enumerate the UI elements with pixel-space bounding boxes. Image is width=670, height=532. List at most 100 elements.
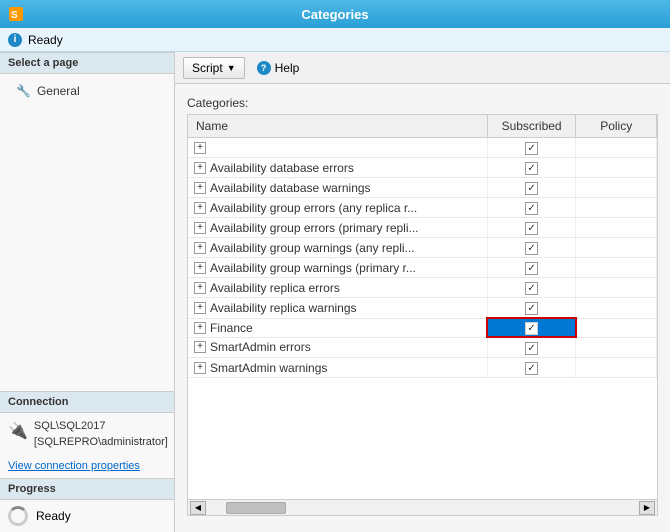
view-connection-properties-link[interactable]: View connection properties	[0, 456, 174, 478]
subscribed-checkbox[interactable]	[525, 342, 538, 355]
connection-title: Connection	[0, 392, 174, 413]
row-name-label: Availability group warnings (primary r..…	[210, 261, 416, 275]
row-subscribed-cell[interactable]	[487, 278, 576, 298]
sidebar-item-general[interactable]: 🔧 General	[0, 80, 174, 102]
row-name-label: Availability group errors (primary repli…	[210, 221, 419, 235]
progress-section: Progress Ready	[0, 478, 174, 532]
progress-status: Ready	[36, 509, 71, 523]
connection-user: [SQLREPRO\administrator]	[34, 435, 168, 450]
row-name-cell: + SmartAdmin errors	[188, 337, 487, 358]
row-subscribed-cell[interactable]	[487, 138, 576, 158]
progress-spinner	[8, 506, 28, 526]
table-row[interactable]: + Availability group warnings (any repli.…	[188, 238, 657, 258]
row-policy-cell	[576, 258, 657, 278]
row-name-cell: +Availability database warnings	[188, 178, 487, 198]
expand-icon[interactable]: +	[194, 222, 206, 234]
table-row[interactable]: + Availability group warnings (primary r.…	[188, 258, 657, 278]
table-scroll-area[interactable]: Name Subscribed Policy ++Availability da…	[188, 115, 657, 499]
subscribed-checkbox[interactable]	[525, 302, 538, 315]
table-row[interactable]: + Availability group errors (primary repl…	[188, 218, 657, 238]
categories-table: Name Subscribed Policy ++Availability da…	[188, 115, 657, 378]
expand-icon[interactable]: +	[194, 242, 206, 254]
expand-icon[interactable]: +	[194, 341, 206, 353]
table-row[interactable]: +Finance ✓	[188, 318, 657, 337]
subscribed-checkbox[interactable]	[525, 282, 538, 295]
row-name-cell: +Availability replica warnings	[188, 298, 487, 319]
row-subscribed-cell[interactable]	[487, 358, 576, 378]
col-header-subscribed: Subscribed	[487, 115, 576, 138]
scroll-thumb[interactable]	[226, 502, 286, 514]
row-name-cell: + Availability replica errors	[188, 278, 487, 298]
dropdown-arrow-icon: ▼	[227, 63, 236, 73]
subscribed-checkbox[interactable]	[525, 142, 538, 155]
row-subscribed-cell[interactable]	[487, 218, 576, 238]
subscribed-checkbox[interactable]	[525, 222, 538, 235]
row-name-label: Availability replica errors	[210, 281, 340, 295]
row-subscribed-cell[interactable]: ✓	[487, 318, 576, 337]
expand-icon[interactable]: +	[194, 302, 206, 314]
table-row[interactable]: + SmartAdmin errors	[188, 337, 657, 358]
row-policy-cell	[576, 238, 657, 258]
expand-icon[interactable]: +	[194, 162, 206, 174]
toolbar: Script ▼ ? Help	[175, 52, 670, 84]
content-area: Script ▼ ? Help Categories: Name Subscri…	[175, 52, 670, 532]
row-name-cell: +	[188, 138, 487, 158]
subscribed-checkbox[interactable]	[525, 242, 538, 255]
row-name-label: Availability group warnings (any repli..…	[210, 241, 415, 255]
finance-checkbox[interactable]: ✓	[525, 322, 538, 335]
row-name-cell: +Finance	[188, 318, 487, 337]
table-row[interactable]: +Availability replica warnings	[188, 298, 657, 319]
row-name-cell: + Availability group warnings (any repli.…	[188, 238, 487, 258]
expand-icon[interactable]: +	[194, 142, 206, 154]
col-header-policy: Policy	[576, 115, 657, 138]
row-name-cell: + Availability group errors (primary repl…	[188, 218, 487, 238]
row-policy-cell	[576, 178, 657, 198]
connection-text: SQL\SQL2017 [SQLREPRO\administrator]	[34, 419, 168, 450]
table-area: Categories: Name Subscribed Policy ++Ava…	[175, 84, 670, 532]
subscribed-checkbox[interactable]	[525, 202, 538, 215]
row-policy-cell	[576, 278, 657, 298]
row-subscribed-cell[interactable]	[487, 298, 576, 319]
table-row[interactable]: +	[188, 138, 657, 158]
table-row[interactable]: + Availability replica errors	[188, 278, 657, 298]
script-label: Script	[192, 61, 223, 75]
col-header-name: Name	[188, 115, 487, 138]
horizontal-scrollbar[interactable]: ◀ ▶	[188, 499, 657, 515]
row-subscribed-cell[interactable]	[487, 238, 576, 258]
row-name-cell: + Availability group warnings (primary r.…	[188, 258, 487, 278]
row-policy-cell	[576, 337, 657, 358]
row-subscribed-cell[interactable]	[487, 337, 576, 358]
scroll-left-arrow[interactable]: ◀	[190, 501, 206, 515]
subscribed-checkbox[interactable]	[525, 182, 538, 195]
scroll-right-arrow[interactable]: ▶	[639, 501, 655, 515]
expand-icon[interactable]: +	[194, 362, 206, 374]
help-button[interactable]: ? Help	[249, 58, 308, 78]
table-row[interactable]: +SmartAdmin warnings	[188, 358, 657, 378]
subscribed-checkbox[interactable]	[525, 162, 538, 175]
subscribed-checkbox[interactable]	[525, 262, 538, 275]
expand-icon[interactable]: +	[194, 322, 206, 334]
sidebar-item-general-label: General	[37, 84, 80, 98]
expand-icon[interactable]: +	[194, 182, 206, 194]
row-subscribed-cell[interactable]	[487, 198, 576, 218]
select-page-title: Select a page	[0, 52, 174, 74]
expand-icon[interactable]: +	[194, 262, 206, 274]
subscribed-checkbox[interactable]	[525, 362, 538, 375]
expand-icon[interactable]: +	[194, 202, 206, 214]
server-icon: 🔌	[8, 421, 28, 441]
help-icon: ?	[257, 61, 271, 75]
table-row[interactable]: +Availability database warnings	[188, 178, 657, 198]
table-row[interactable]: +Availability group errors (any replica …	[188, 198, 657, 218]
row-subscribed-cell[interactable]	[487, 178, 576, 198]
row-name-label: SmartAdmin errors	[210, 340, 311, 354]
info-icon: i	[8, 33, 22, 47]
window-title: Categories	[301, 7, 368, 22]
row-subscribed-cell[interactable]	[487, 258, 576, 278]
expand-icon[interactable]: +	[194, 282, 206, 294]
row-subscribed-cell[interactable]	[487, 158, 576, 178]
script-button[interactable]: Script ▼	[183, 57, 245, 79]
connection-server: SQL\SQL2017	[34, 419, 168, 434]
row-name-cell: +Availability group errors (any replica …	[188, 198, 487, 218]
status-text: Ready	[28, 33, 63, 47]
table-row[interactable]: +Availability database errors	[188, 158, 657, 178]
